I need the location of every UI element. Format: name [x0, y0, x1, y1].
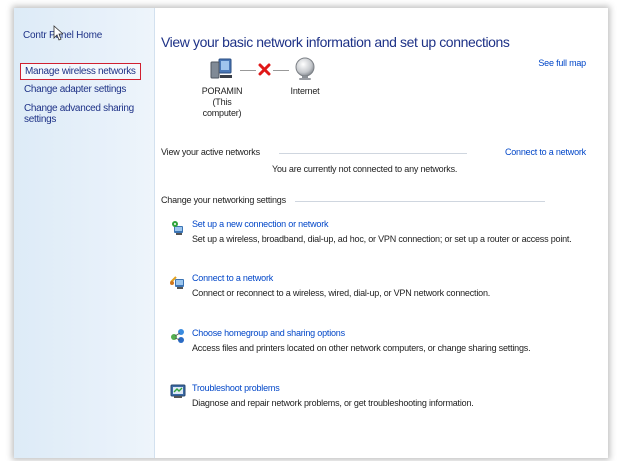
setup-connection-desc: Set up a wireless, broadband, dial-up, a… — [192, 234, 572, 244]
network-setup-icon — [172, 221, 183, 235]
connect-network-icon — [170, 276, 184, 289]
setup-connection-link[interactable]: Set up a new connection or network — [192, 219, 328, 229]
connect-network-task-link[interactable]: Connect to a network — [192, 273, 273, 283]
see-full-map-link[interactable]: See full map — [538, 58, 586, 68]
active-networks-divider — [279, 153, 467, 154]
troubleshoot-icon — [170, 384, 186, 398]
sidebar-item-adapter-settings[interactable]: Change adapter settings — [24, 84, 126, 95]
this-computer-label: (This computer) — [202, 97, 242, 118]
disconnected-x-icon — [258, 63, 271, 76]
control-panel-window: Contr Panel Home Manage wireless network… — [14, 8, 608, 458]
no-connection-status: You are currently not connected to any n… — [272, 164, 458, 174]
homegroup-link[interactable]: Choose homegroup and sharing options — [192, 328, 345, 338]
page-title: View your basic network information and … — [161, 34, 510, 50]
active-networks-label: View your active networks — [161, 147, 260, 157]
connect-to-network-link[interactable]: Connect to a network — [505, 147, 586, 157]
connect-network-desc: Connect or reconnect to a wireless, wire… — [192, 288, 491, 298]
change-settings-divider — [295, 201, 545, 202]
computer-name-label: PORAMIN — [201, 86, 243, 96]
internet-label: Internet — [290, 86, 320, 96]
sidebar-item-advanced-sharing[interactable]: Change advanced sharing settings — [24, 103, 144, 125]
homegroup-icon — [171, 329, 184, 343]
mouse-cursor-icon — [53, 25, 63, 41]
sidebar: Contr Panel Home Manage wireless network… — [14, 8, 155, 458]
homegroup-desc: Access files and printers located on oth… — [192, 343, 531, 353]
troubleshoot-desc: Diagnose and repair network problems, or… — [192, 398, 474, 408]
main-content: View your basic network information and … — [154, 8, 608, 458]
sidebar-item-manage-wireless[interactable]: Manage wireless networks — [20, 63, 141, 80]
troubleshoot-link[interactable]: Troubleshoot problems — [192, 383, 280, 393]
computer-icon[interactable] — [208, 56, 234, 82]
change-settings-label: Change your networking settings — [161, 195, 286, 205]
internet-globe-icon[interactable] — [292, 56, 318, 82]
